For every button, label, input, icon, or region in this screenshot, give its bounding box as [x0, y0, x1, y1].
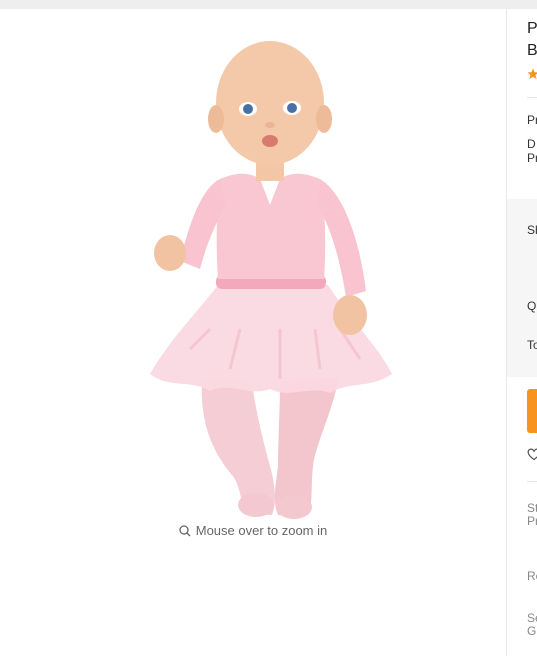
doll-nose — [265, 122, 275, 128]
total-label: To — [527, 338, 537, 352]
heart-icon[interactable] — [527, 447, 537, 461]
zoom-hint: Mouse over to zoom in — [0, 523, 506, 538]
doll-mouth — [262, 135, 278, 147]
doll-right-iris — [287, 103, 297, 113]
product-gallery[interactable]: Mouse over to zoom in — [0, 9, 506, 656]
discount-label-line-1: D — [527, 137, 536, 151]
product-title-line-1: P — [527, 20, 537, 37]
product-info-panel: P B Pr D Pr Sh Q To St Pr Re Se G — [507, 9, 537, 656]
doll-right-ear — [316, 105, 332, 133]
search-icon — [179, 524, 191, 536]
discount-label-line-2: Pr — [527, 151, 537, 165]
doll-leotard — [216, 173, 326, 279]
doll-left-hand — [154, 235, 186, 271]
quantity-label: Q — [527, 299, 537, 313]
returns-label: Re — [527, 569, 537, 583]
doll-left-iris — [243, 104, 253, 114]
doll-left-foot — [238, 493, 274, 517]
star-icon — [527, 68, 537, 79]
product-title-line-2: B — [527, 42, 537, 59]
doll-right-leg — [274, 377, 338, 515]
service-label-line-2: G — [527, 624, 537, 638]
doll-right-foot — [276, 495, 312, 519]
divider — [527, 97, 537, 98]
doll-right-hand — [333, 295, 367, 335]
add-to-cart-button[interactable] — [527, 389, 537, 433]
top-strip — [0, 0, 537, 9]
service-label-line-1: Se — [527, 611, 537, 625]
zoom-hint-text: Mouse over to zoom in — [195, 523, 328, 538]
store-label-line-2: Pr — [527, 514, 537, 528]
shipping-label: Sh — [527, 223, 537, 237]
divider — [527, 481, 537, 482]
store-label-line-1: St — [527, 501, 537, 515]
doll-left-ear — [208, 105, 224, 133]
product-image[interactable] — [130, 29, 410, 519]
price-label: Pr — [527, 113, 537, 127]
